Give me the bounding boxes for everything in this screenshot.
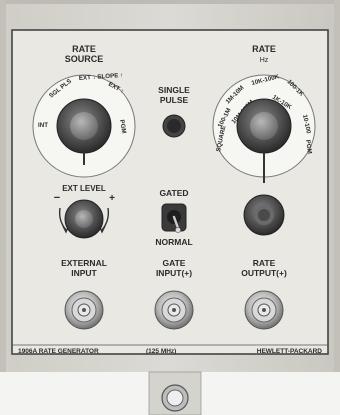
rate-source-title-2: SOURCE [65,54,104,64]
single-pulse-button[interactable] [162,114,186,138]
normal-label: NORMAL [155,237,192,247]
single-pulse-label-2: PULSE [160,95,189,105]
external-input-connector[interactable] [64,290,104,330]
rate-output-label-2: OUTPUT(+) [241,268,287,278]
external-input-label-2: INPUT [71,268,97,278]
gated-normal-toggle[interactable] [161,203,187,233]
rate-title: RATE [252,44,276,54]
instrument-panel: RATE SOURCE INT SGL PLS EXT ↓ SLOPE ↑ EX… [0,0,340,415]
rate-unit: Hz [260,57,269,64]
ext-level-knob[interactable] [64,199,104,239]
frequency-label: (125 MHz) [146,348,176,355]
ext-level-label: EXT LEVEL [62,184,106,193]
rate-source-title: RATE [72,44,96,54]
rate-output-connector[interactable] [244,290,284,330]
gate-input-connector[interactable] [154,290,194,330]
lower-knob[interactable] [161,384,189,412]
model-label: 1906A RATE GENERATOR [18,348,99,355]
external-input-label: EXTERNAL [61,258,107,268]
ext-level-minus: − [54,192,60,204]
gate-input-label: GATE [163,258,186,268]
gate-input-label-2: INPUT(+) [156,268,192,278]
rate-output-label: RATE [253,258,276,268]
rate-vernier-knob[interactable] [243,194,285,236]
brand-label: HEWLETT-PACKARD [257,348,323,355]
single-pulse-label: SINGLE [158,85,190,95]
rate-source-pos-int: INT [38,122,48,129]
ext-level-plus: + [109,193,115,204]
gated-label: GATED [159,188,188,198]
